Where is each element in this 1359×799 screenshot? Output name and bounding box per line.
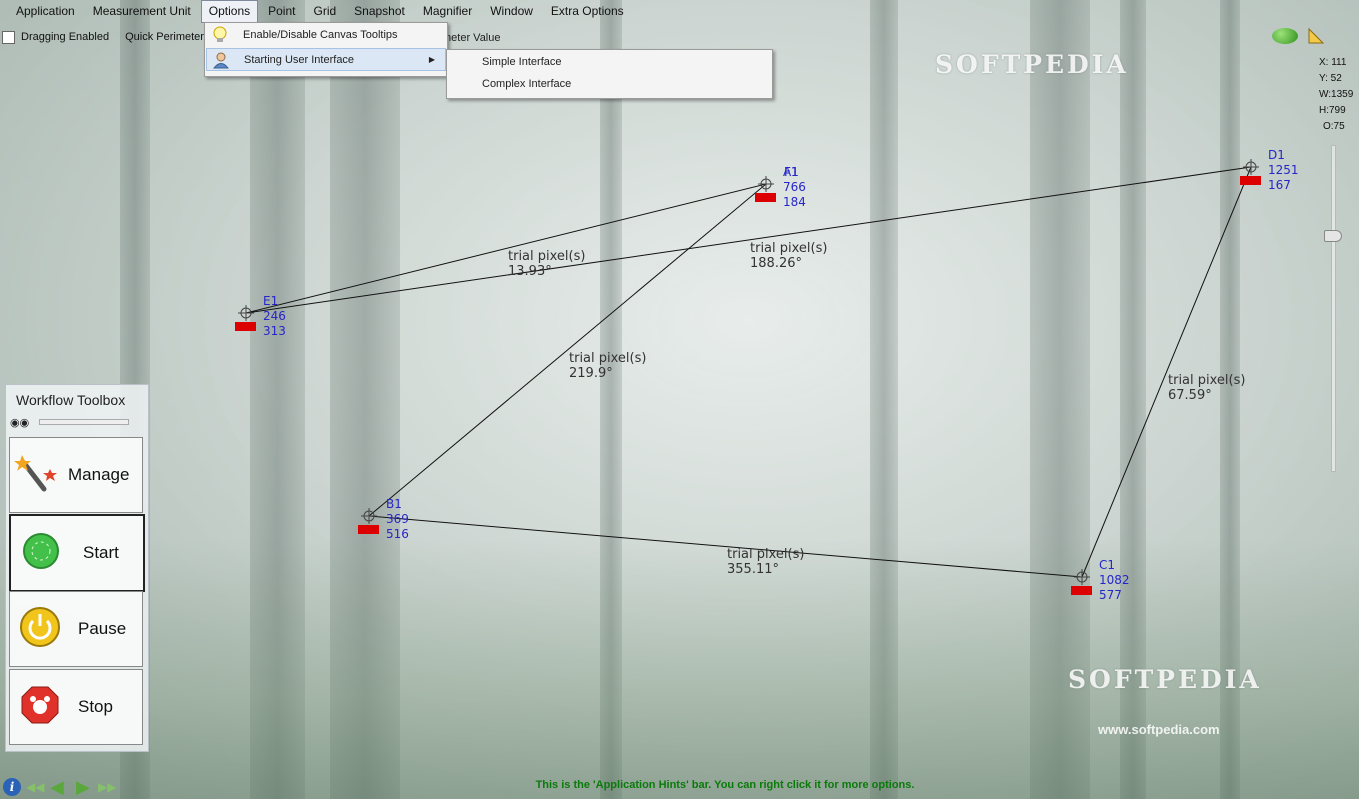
menu-item-canvas-tooltips[interactable]: Enable/Disable Canvas Tooltips xyxy=(205,23,447,47)
toolbox-strip: ◉◉ xyxy=(10,414,144,430)
point-marker-c1 xyxy=(1074,569,1090,585)
segment-label-d1-c1: trial pixel(s) 67.59° xyxy=(1168,373,1246,403)
point-marker-a1 xyxy=(758,176,774,192)
user-icon xyxy=(210,50,232,70)
lightbulb-icon xyxy=(209,25,231,45)
segment-a1-b1 xyxy=(368,183,767,517)
point-marker-e1 xyxy=(238,305,254,321)
point-flag-d1[interactable] xyxy=(1240,176,1261,185)
start-button[interactable]: Start xyxy=(9,514,145,592)
application-hints-text: This is the 'Application Hints' bar. You… xyxy=(535,779,915,791)
measurement-canvas[interactable] xyxy=(0,0,1359,799)
point-label-c1: C1 1082 577 xyxy=(1099,558,1130,602)
menu-item-simple-interface[interactable]: Simple Interface xyxy=(447,51,772,73)
starting-ui-submenu: Simple Interface Complex Interface xyxy=(446,49,773,99)
submenu-arrow-icon: ▶ xyxy=(428,55,435,64)
toolbox-title: Workflow Toolbox xyxy=(16,392,126,408)
menu-item-starting-ui[interactable]: Starting User Interface ▶ xyxy=(206,48,446,71)
options-dropdown: Enable/Disable Canvas Tooltips Starting … xyxy=(204,22,448,77)
segment-e1-d1 xyxy=(245,166,1252,314)
point-flag-c1[interactable] xyxy=(1071,586,1092,595)
pause-button[interactable]: Pause xyxy=(9,591,143,667)
segment-d1-c1 xyxy=(1081,166,1252,578)
hints-bar[interactable]: i ◀◀ ◀ ▶ ▶▶ This is the 'Application Hin… xyxy=(0,775,1359,799)
workflow-toolbox: Workflow Toolbox ◉◉ Manage Start Pause S… xyxy=(5,384,149,752)
point-flag-e1[interactable] xyxy=(235,322,256,331)
segment-label-a1-b1: trial pixel(s) 219.9° xyxy=(569,351,647,381)
eyes-icon[interactable]: ◉◉ xyxy=(10,416,29,429)
point-label-e1: E1 246 313 xyxy=(263,294,286,338)
point-label-d1: D1 1251 167 xyxy=(1268,148,1299,192)
pause-icon xyxy=(16,605,64,654)
segment-label-e1-d1: trial pixel(s) 188.26° xyxy=(750,241,828,271)
start-icon xyxy=(21,531,61,576)
magic-wand-icon xyxy=(14,451,62,500)
toolbox-opacity-slider[interactable] xyxy=(39,419,130,425)
point-label-a1: A1 F1 766 184 xyxy=(783,165,806,209)
menu-item-complex-interface[interactable]: Complex Interface xyxy=(447,73,772,95)
point-marker-d1 xyxy=(1243,159,1259,175)
stop-button[interactable]: Stop xyxy=(9,669,143,745)
segment-label-b1-c1: trial pixel(s) 355.11° xyxy=(727,547,805,577)
point-marker-b1 xyxy=(361,508,377,524)
segment-label-e1-a1: trial pixel(s) 13.93° xyxy=(508,249,586,279)
manage-button[interactable]: Manage xyxy=(9,437,143,513)
point-label-b1: B1 369 516 xyxy=(386,497,409,541)
segment-b1-c1 xyxy=(368,515,1083,578)
point-flag-a1[interactable] xyxy=(755,193,776,202)
point-flag-b1[interactable] xyxy=(358,525,379,534)
stop-icon xyxy=(20,685,60,730)
